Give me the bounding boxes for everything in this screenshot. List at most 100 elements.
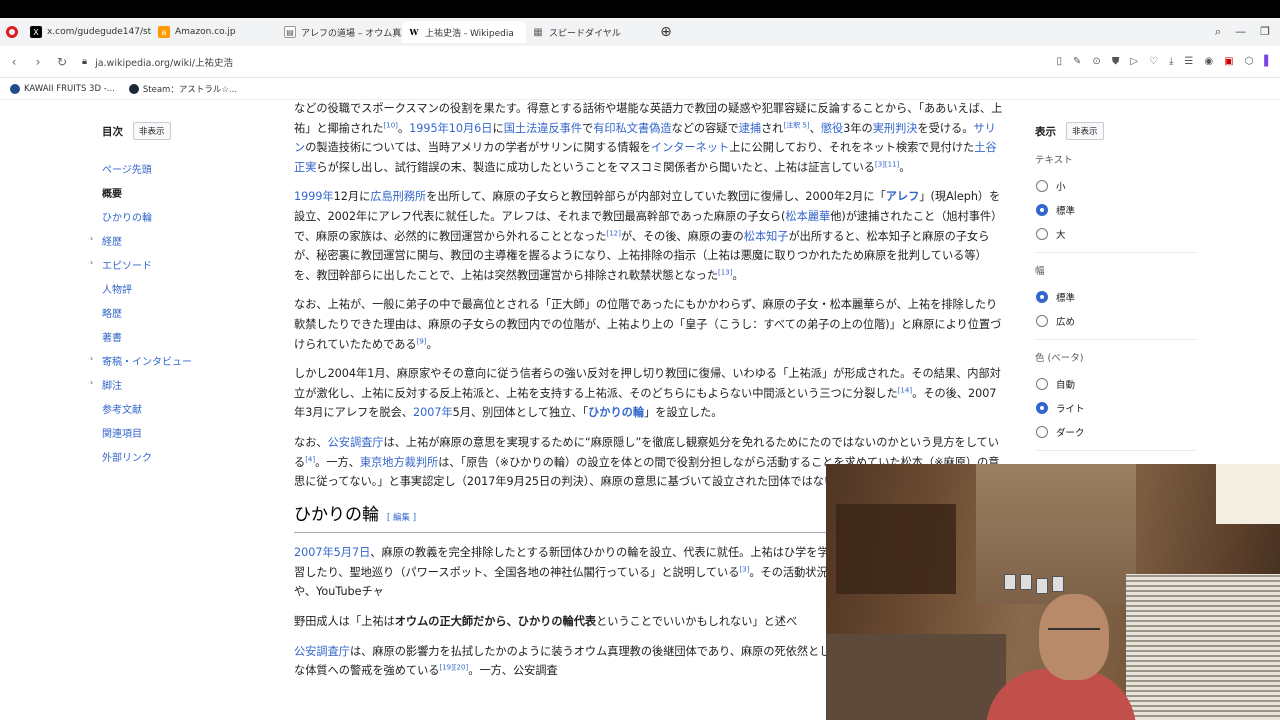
tab-wikipedia[interactable]: W 上祐史浩 - Wikipedia ✕ xyxy=(402,21,526,43)
menu-icon[interactable]: ☰ xyxy=(1184,56,1193,67)
toc-item[interactable]: 参考文献 xyxy=(102,396,272,420)
article-link[interactable]: ひかりの輪 xyxy=(588,406,644,419)
article-link[interactable]: 2007年5月7日 xyxy=(294,546,370,559)
radio-option[interactable]: 標準 xyxy=(1036,198,1197,222)
citation-link[interactable]: [4] xyxy=(305,455,315,463)
shield-icon[interactable]: ⛊ xyxy=(1112,56,1120,67)
text-run: らが探し出し、試行錯誤の末、製造に成功したということをマスコミ関係者から聞いたと… xyxy=(316,160,875,174)
forward-icon[interactable]: › xyxy=(26,55,50,69)
radio-button[interactable] xyxy=(1036,378,1048,390)
article-link[interactable]: インターネット xyxy=(651,141,729,154)
citation-link[interactable]: [3] xyxy=(739,565,749,573)
citation-link[interactable]: [注釈 5] xyxy=(783,121,809,129)
article-link[interactable]: 逮捕 xyxy=(739,122,761,135)
new-tab-icon[interactable]: ⊕ xyxy=(656,22,676,42)
article-link[interactable]: 広島刑務所 xyxy=(370,190,426,203)
radio-option[interactable]: 標準 xyxy=(1036,285,1197,309)
toc-item[interactable]: ひかりの輪 xyxy=(102,204,272,228)
radio-button[interactable] xyxy=(1036,291,1048,303)
radio-option[interactable]: ライト xyxy=(1036,396,1197,420)
toc-hide-button[interactable]: 非表示 xyxy=(133,122,171,140)
play-icon[interactable]: ▷ xyxy=(1130,56,1138,67)
article-link[interactable]: 国土法違反事件 xyxy=(504,122,582,135)
radio-button[interactable] xyxy=(1036,180,1048,192)
toc-item[interactable]: 著書 xyxy=(102,324,272,348)
chevron-right-icon[interactable]: › xyxy=(90,378,93,387)
toc-item[interactable]: ページ先頭 xyxy=(102,156,272,180)
article-link[interactable]: 懲役 xyxy=(821,122,843,135)
restore-icon[interactable]: ❐ xyxy=(1260,25,1270,39)
download-icon[interactable]: ⤓ xyxy=(1169,56,1173,67)
profile-icon[interactable]: ◉ xyxy=(1204,56,1213,67)
minimize-icon[interactable]: — xyxy=(1235,25,1246,39)
tab-aleph-dojo[interactable]: ▤ アレフの道場 – オウム真理 xyxy=(278,21,402,43)
edit-icon[interactable]: ✎ xyxy=(1073,56,1081,67)
radio-button[interactable] xyxy=(1036,426,1048,438)
toc-item[interactable]: 外部リンク xyxy=(102,444,272,468)
edit-link[interactable]: [ 編集 ] xyxy=(387,509,416,529)
reload-icon[interactable]: ↻ xyxy=(50,55,74,69)
article-link[interactable]: 松本知子 xyxy=(744,230,789,243)
back-icon[interactable]: ‹ xyxy=(2,55,26,69)
article-link[interactable]: 公安調査庁 xyxy=(328,436,384,449)
radio-option[interactable]: 小 xyxy=(1036,174,1197,198)
chevron-right-icon[interactable]: › xyxy=(90,354,93,363)
sidebar-toggle-icon[interactable]: ▌ xyxy=(1264,56,1272,67)
toc-item[interactable]: 関連項目 xyxy=(102,420,272,444)
radio-option[interactable]: 自動 xyxy=(1036,372,1197,396)
extension-icon[interactable]: ▣ xyxy=(1224,56,1233,67)
search-tabs-icon[interactable]: ⌕ xyxy=(1215,25,1221,39)
toc-item[interactable]: › 脚注 xyxy=(90,372,272,396)
tab-amazon[interactable]: a Amazon.co.jp xyxy=(152,21,278,43)
citation-link[interactable]: [19][20] xyxy=(439,664,468,672)
article-link[interactable]: 2007年 xyxy=(413,406,453,419)
settings-hide-button[interactable]: 非表示 xyxy=(1066,122,1104,140)
citation-link[interactable]: [9] xyxy=(417,337,427,345)
bookmark-kawaii-fruits[interactable]: KAWAII FRUITS 3D -... xyxy=(10,83,115,94)
toc-item-label: 脚注 xyxy=(102,380,122,392)
toc-item[interactable]: › エピソード xyxy=(90,252,272,276)
chevron-right-icon[interactable]: › xyxy=(90,258,93,267)
radio-option[interactable]: ダーク xyxy=(1036,420,1197,444)
toc-item-label: 外部リンク xyxy=(102,452,152,464)
toc-item-label: 経歴 xyxy=(102,236,122,248)
radio-button[interactable] xyxy=(1036,228,1048,240)
url-field[interactable]: 🔒︎ ja.wikipedia.org/wiki/上祐史浩 xyxy=(82,55,233,69)
citation-link[interactable]: [10] xyxy=(384,121,398,129)
article-link[interactable]: アレフ xyxy=(886,190,920,203)
toc-item[interactable]: 人物評 xyxy=(102,276,272,300)
article-link[interactable]: 1995年10月6日 xyxy=(409,122,492,135)
bookmark-steam[interactable]: Steam：アストラル☆... xyxy=(128,83,237,95)
article-link[interactable]: 有印私文書偽造 xyxy=(593,122,671,135)
article-link[interactable]: 実刑判決 xyxy=(873,122,918,135)
citation-link[interactable]: [12] xyxy=(606,229,620,237)
radio-option[interactable]: 大 xyxy=(1036,222,1197,246)
citation-link[interactable]: [13] xyxy=(718,268,732,276)
tab-x[interactable]: X x.com/gudegude147/stat xyxy=(24,21,152,43)
tab-speed-dial[interactable]: ▦ スピードダイヤル xyxy=(526,21,656,43)
toc-item[interactable]: 略歴 xyxy=(102,300,272,324)
radio-button[interactable] xyxy=(1036,315,1048,327)
citation-link[interactable]: [14] xyxy=(898,386,912,394)
webcam-photo xyxy=(1020,574,1032,590)
article-link[interactable]: 松本麗華 xyxy=(785,210,830,223)
toc-item[interactable]: › 経歴 xyxy=(90,228,272,252)
opera-logo-icon[interactable] xyxy=(0,18,24,46)
reader-icon[interactable]: ▯ xyxy=(1057,56,1063,67)
toc-item[interactable]: 概要 xyxy=(102,180,272,204)
heart-icon[interactable]: ♡ xyxy=(1149,56,1158,67)
citation-link[interactable]: [3][11] xyxy=(875,160,899,168)
toc-item[interactable]: › 寄稿・インタビュー xyxy=(90,348,272,372)
radio-button[interactable] xyxy=(1036,402,1048,414)
camera-icon[interactable]: ⊙ xyxy=(1092,56,1100,67)
radio-option[interactable]: 広め xyxy=(1036,309,1197,333)
article-link[interactable]: 東京地方裁判所 xyxy=(360,456,438,469)
webcam-photo xyxy=(1004,574,1016,590)
cube-icon[interactable]: ⬡ xyxy=(1245,56,1254,67)
article-link[interactable]: 公安調査庁 xyxy=(294,645,350,658)
paragraph-1: などの役職でスポークスマンの役割を果たす。得意とする話術や堪能な英語力で教団の疑… xyxy=(294,100,1006,177)
chevron-right-icon[interactable]: › xyxy=(90,234,93,243)
radio-button[interactable] xyxy=(1036,204,1048,216)
table-of-contents: 目次 非表示 ページ先頭 概要 ひかりの輪 › 経歴 › エピソード 人物評 略歴 著書 › 寄稿・イ… xyxy=(90,122,272,468)
article-link[interactable]: 1999年 xyxy=(294,190,334,203)
